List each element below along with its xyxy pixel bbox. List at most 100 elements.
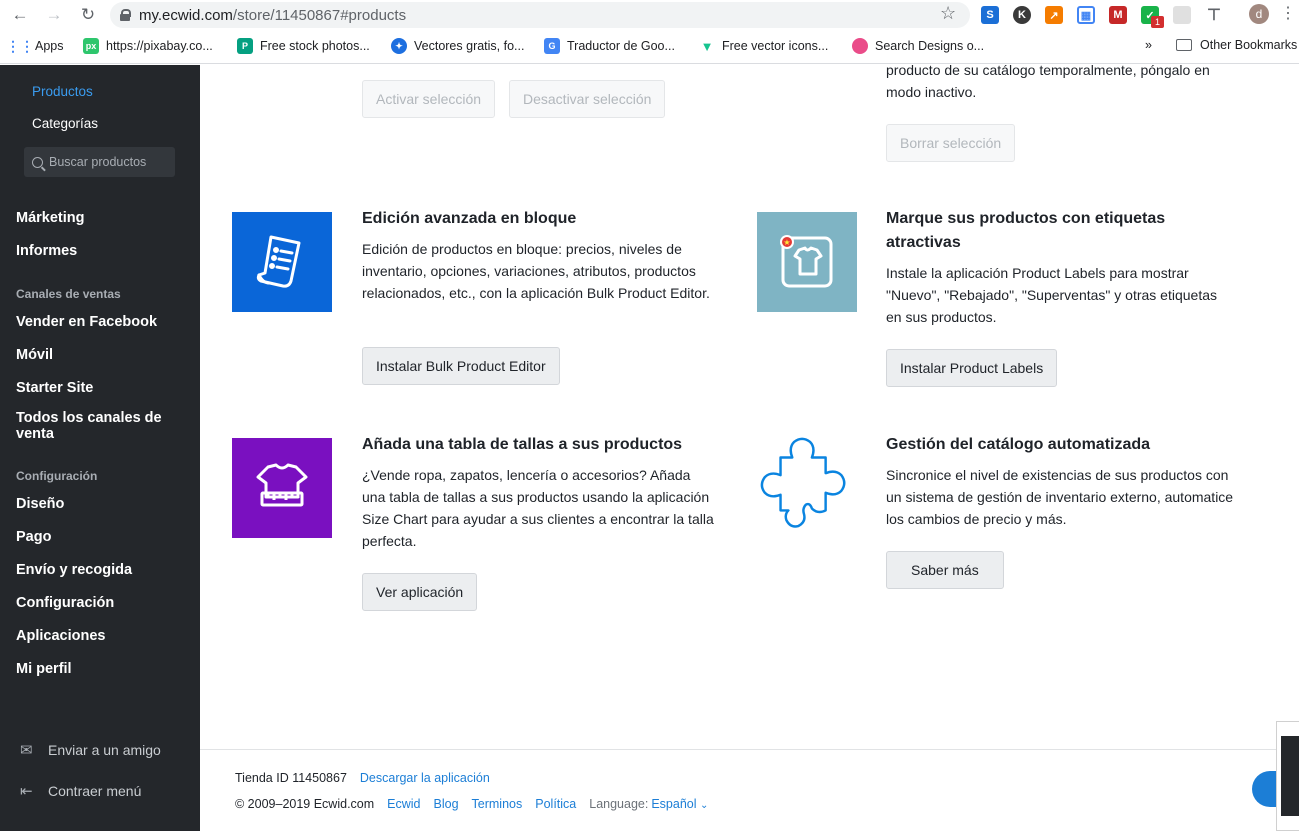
footer-link-blog[interactable]: Blog [434, 797, 459, 811]
browser-menu-icon[interactable]: ⋮ [1280, 3, 1296, 23]
thumbnail-preview [1281, 736, 1299, 816]
other-bookmarks[interactable]: Other Bookmarks [1176, 38, 1297, 52]
extension-badge: 1 [1151, 16, 1164, 28]
forward-icon[interactable]: → [42, 3, 66, 27]
document-list-icon [256, 235, 301, 288]
language-value: Español [651, 797, 697, 811]
bookmark-translate[interactable]: G Traductor de Goo... [544, 38, 675, 54]
language-label: Language: [589, 797, 649, 811]
deactivate-selection-button[interactable]: Desactivar selección [509, 80, 666, 118]
inactive-description: producto de su catálogo temporalmente, p… [886, 62, 1210, 100]
sidebar-item-starter-site[interactable]: Starter Site [16, 380, 93, 396]
sidebar-item-movil[interactable]: Móvil [16, 347, 53, 363]
bookmark-pixabay[interactable]: px https://pixabay.co... [83, 38, 213, 54]
back-icon[interactable]: ← [8, 3, 32, 27]
flaticon-icon: ▼ [700, 38, 714, 54]
card-title-size-chart: Añada una tabla de tallas a sus producto… [362, 436, 683, 453]
collapse-label: Contraer menú [48, 783, 142, 799]
delete-selection-button[interactable]: Borrar selección [886, 124, 1016, 162]
install-bulk-editor-button[interactable]: Instalar Bulk Product Editor [362, 347, 560, 385]
url-path: /store/11450867#products [232, 6, 407, 24]
extension-grid-icon[interactable] [1173, 6, 1191, 24]
other-bookmarks-label: Other Bookmarks [1200, 38, 1298, 52]
folder-icon [1176, 39, 1192, 51]
chevron-down-icon: ⌄ [700, 800, 709, 811]
install-product-labels-button[interactable]: Instalar Product Labels [886, 349, 1058, 387]
extension-pin-icon[interactable]: ⊤ [1205, 6, 1223, 24]
lock-icon [120, 9, 131, 21]
collapse-menu-button[interactable]: ⇤ Contraer menú [20, 782, 141, 800]
bookmarks-overflow-button[interactable]: » [1145, 38, 1152, 52]
view-size-chart-button[interactable]: Ver aplicación [362, 573, 478, 611]
footer-link-ecwid[interactable]: Ecwid [387, 797, 420, 811]
bulk-editor-tile [232, 212, 332, 312]
page-footer: Tienda ID 11450867 Descargar la aplicaci… [200, 749, 1299, 831]
bookmark-label: Apps [35, 39, 64, 53]
extension-mcafee-icon[interactable]: M [1109, 6, 1127, 24]
product-search-input[interactable]: Buscar productos [24, 147, 175, 177]
freepik-icon: ✦ [391, 38, 407, 54]
sidebar-item-informes[interactable]: Informes [16, 243, 77, 259]
extension-s-icon[interactable]: S [981, 6, 999, 24]
bookmark-label: Traductor de Goo... [567, 39, 675, 53]
bookmark-star-icon[interactable]: ☆ [940, 3, 956, 24]
footer-link-terms[interactable]: Terminos [472, 797, 523, 811]
sidebar-item-configuracion[interactable]: Configuración [16, 595, 114, 611]
sidebar-item-diseno[interactable]: Diseño [16, 496, 64, 512]
learn-more-button[interactable]: Saber más [886, 551, 1004, 589]
copyright: © 2009–2019 Ecwid.com [235, 797, 375, 811]
card-desc-product-labels: Instale la aplicación Product Labels par… [886, 265, 1218, 325]
search-icon [32, 156, 43, 168]
pixabay-icon: px [83, 38, 99, 54]
bookmark-dribbble[interactable]: Search Designs o... [852, 38, 984, 54]
invite-friend-link[interactable]: ✉ Enviar a un amigo [20, 741, 161, 759]
bookmark-freepik[interactable]: ✦ Vectores gratis, fo... [391, 38, 524, 54]
collapse-arrow-icon: ⇤ [20, 783, 33, 800]
bookmark-label: Free vector icons... [722, 39, 829, 53]
sidebar-item-productos[interactable]: Productos [32, 84, 93, 99]
extension-k-icon[interactable]: K [1013, 6, 1031, 24]
sidebar-section-config: Configuración [16, 469, 98, 483]
sidebar-item-envio[interactable]: Envío y recogida [16, 562, 132, 578]
sidebar-item-categorias[interactable]: Categorías [32, 116, 98, 131]
footer-link-policy[interactable]: Política [535, 797, 576, 811]
bookmark-label: Search Designs o... [875, 39, 985, 53]
bookmark-apps[interactable]: ⋮⋮ Apps [6, 37, 64, 54]
envelope-icon: ✉ [20, 742, 33, 759]
google-translate-icon: G [544, 38, 560, 54]
pexels-icon: P [237, 38, 253, 54]
card-title-bulk-editor: Edición avanzada en bloque [362, 210, 577, 227]
language-selector[interactable]: Español ⌄ [651, 797, 708, 811]
bookmark-pexels[interactable]: P Free stock photos... [237, 38, 370, 54]
bookmark-label: https://pixabay.co... [106, 39, 213, 53]
sidebar-item-aplicaciones[interactable]: Aplicaciones [16, 628, 105, 644]
address-bar[interactable]: my.ecwid.com/store/11450867#products [110, 2, 970, 28]
profile-avatar[interactable]: d [1249, 4, 1269, 24]
main-content: Activar selección Desactivar selección p… [200, 62, 1299, 831]
sidebar-section-sales: Canales de ventas [16, 287, 121, 301]
sidebar-item-facebook[interactable]: Vender en Facebook [16, 314, 157, 330]
reload-icon[interactable]: ↻ [76, 3, 100, 27]
bookmark-flaticon[interactable]: ▼ Free vector icons... [699, 38, 829, 54]
activate-selection-button[interactable]: Activar selección [362, 80, 496, 118]
tshirt-label-icon: ★ [780, 235, 833, 288]
sidebar-item-mi-perfil[interactable]: Mi perfil [16, 661, 72, 677]
screenshot-thumbnail[interactable] [1276, 721, 1299, 831]
sidebar-item-marketing[interactable]: Márketing [16, 210, 85, 226]
size-chart-tile [232, 438, 332, 538]
catalog-automation-tile [757, 432, 857, 532]
download-app-link[interactable]: Descargar la aplicación [360, 771, 490, 785]
product-labels-tile: ★ [757, 212, 857, 312]
sidebar-item-all-channels[interactable]: Todos los canales de venta [16, 410, 166, 442]
card-desc-size-chart: ¿Vende ropa, zapatos, lencería o accesor… [362, 467, 714, 549]
tshirt-size-icon [256, 463, 308, 507]
extension-chart-icon[interactable]: ↗ [1045, 6, 1063, 24]
search-placeholder: Buscar productos [49, 155, 147, 169]
card-desc-catalog-automation: Sincronice el nivel de existencias de su… [886, 467, 1234, 527]
sidebar-item-pago[interactable]: Pago [16, 529, 51, 545]
extension-calendar-icon[interactable]: ▦ [1077, 6, 1095, 24]
card-desc-bulk-editor: Edición de productos en bloque: precios,… [362, 241, 710, 301]
card-title-catalog-automation: Gestión del catálogo automatizada [886, 436, 1151, 453]
puzzle-piece-icon [760, 437, 846, 528]
apps-grid-icon: ⋮⋮ [6, 37, 34, 54]
